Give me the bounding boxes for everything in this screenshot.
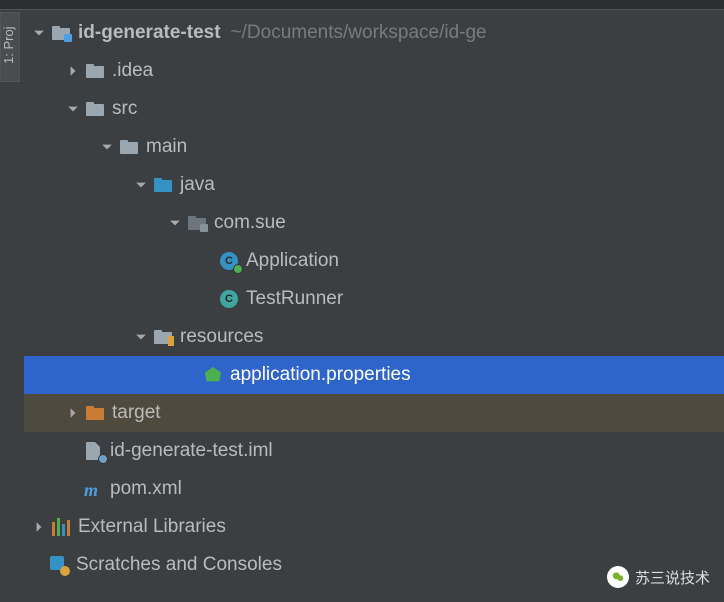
chevron-down-icon[interactable] bbox=[132, 176, 150, 194]
project-toolwindow-tab[interactable]: 1: Proj bbox=[0, 12, 20, 82]
package-label: com.sue bbox=[214, 212, 286, 234]
tree-row-package[interactable]: com.sue bbox=[24, 204, 724, 242]
chevron-right-icon[interactable] bbox=[30, 518, 48, 536]
pom-label: pom.xml bbox=[110, 478, 182, 500]
application-label: Application bbox=[246, 250, 339, 272]
tree-row-main[interactable]: main bbox=[24, 128, 724, 166]
top-border bbox=[0, 0, 724, 10]
chevron-down-icon[interactable] bbox=[30, 24, 48, 42]
tree-row-resources[interactable]: resources bbox=[24, 318, 724, 356]
folder-icon bbox=[84, 60, 106, 82]
module-folder-icon bbox=[50, 22, 72, 44]
src-label: src bbox=[112, 98, 137, 120]
tree-row-pom[interactable]: m pom.xml bbox=[24, 470, 724, 508]
tree-row-external-libraries[interactable]: External Libraries bbox=[24, 508, 724, 546]
root-label: id-generate-test bbox=[78, 22, 221, 44]
watermark-text: 苏三说技术 bbox=[635, 567, 710, 588]
scratches-icon bbox=[48, 554, 70, 576]
iml-file-icon bbox=[82, 440, 104, 462]
chevron-down-icon[interactable] bbox=[166, 214, 184, 232]
resources-folder-icon bbox=[152, 326, 174, 348]
libraries-icon bbox=[50, 516, 72, 538]
chevron-right-icon[interactable] bbox=[64, 62, 82, 80]
tree-row-src[interactable]: src bbox=[24, 90, 724, 128]
chevron-down-icon[interactable] bbox=[98, 138, 116, 156]
iml-label: id-generate-test.iml bbox=[110, 440, 273, 462]
tree-row-iml[interactable]: id-generate-test.iml bbox=[24, 432, 724, 470]
source-folder-icon bbox=[152, 174, 174, 196]
package-icon bbox=[186, 212, 208, 234]
target-label: target bbox=[112, 402, 161, 424]
tree-row-target[interactable]: target bbox=[24, 394, 724, 432]
tree-row-idea[interactable]: .idea bbox=[24, 52, 724, 90]
root-path-hint: ~/Documents/workspace/id-ge bbox=[231, 22, 487, 44]
idea-label: .idea bbox=[112, 60, 153, 82]
app-properties-label: application.properties bbox=[230, 364, 411, 386]
main-label: main bbox=[146, 136, 187, 158]
class-icon: C bbox=[218, 288, 240, 310]
testrunner-label: TestRunner bbox=[246, 288, 343, 310]
tree-row-app-properties[interactable]: application.properties bbox=[24, 356, 724, 394]
ext-libs-label: External Libraries bbox=[78, 516, 226, 538]
tree-row-java[interactable]: java bbox=[24, 166, 724, 204]
watermark: 苏三说技术 bbox=[607, 566, 710, 588]
scratches-label: Scratches and Consoles bbox=[76, 554, 282, 576]
spring-properties-icon bbox=[202, 364, 224, 386]
folder-icon bbox=[84, 98, 106, 120]
spring-boot-class-icon: C bbox=[218, 250, 240, 272]
tree-row-application[interactable]: C Application bbox=[24, 242, 724, 280]
project-tree[interactable]: id-generate-test ~/Documents/workspace/i… bbox=[24, 14, 724, 584]
java-label: java bbox=[180, 174, 215, 196]
tree-row-root[interactable]: id-generate-test ~/Documents/workspace/i… bbox=[24, 14, 724, 52]
wechat-icon bbox=[607, 566, 629, 588]
chevron-down-icon[interactable] bbox=[132, 328, 150, 346]
resources-label: resources bbox=[180, 326, 263, 348]
maven-icon: m bbox=[82, 478, 104, 500]
chevron-right-icon[interactable] bbox=[64, 404, 82, 422]
folder-icon bbox=[118, 136, 140, 158]
excluded-folder-icon bbox=[84, 402, 106, 424]
tree-row-testrunner[interactable]: C TestRunner bbox=[24, 280, 724, 318]
chevron-down-icon[interactable] bbox=[64, 100, 82, 118]
